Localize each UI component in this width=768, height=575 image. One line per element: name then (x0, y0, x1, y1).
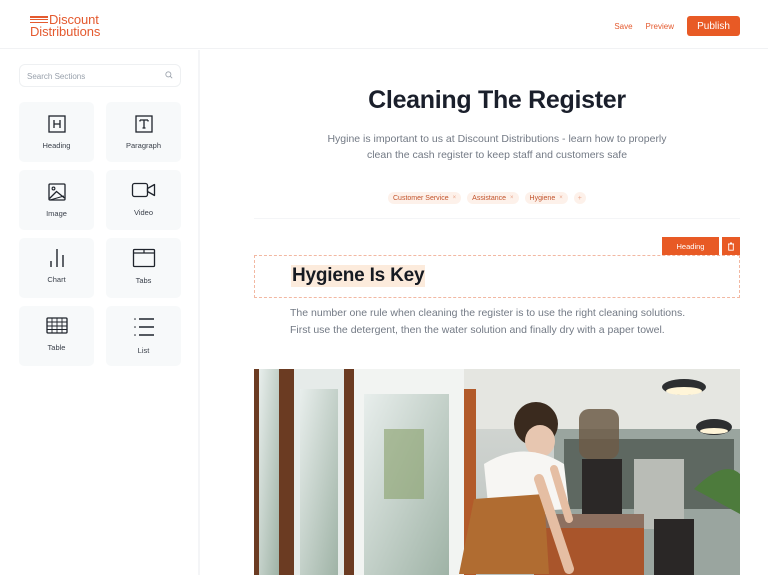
section-tile-table[interactable]: Table (19, 306, 94, 366)
trash-icon (728, 242, 734, 251)
image-icon (47, 183, 66, 201)
cafe-photo (254, 369, 740, 575)
search-input[interactable] (27, 69, 157, 83)
section-tile-label: Tabs (135, 276, 152, 285)
section-tile-label: Chart (47, 275, 66, 284)
top-actions: Save Preview Publish (614, 16, 740, 36)
section-tile-label: Image (46, 209, 67, 218)
image-block[interactable] (254, 369, 740, 575)
tag-hygiene[interactable]: Hygiene × (524, 192, 568, 204)
tag-assistance[interactable]: Assistance × (467, 192, 519, 204)
block-toolbar: Heading (662, 237, 740, 255)
sections-sidebar: Heading Paragraph Image Video Chart Tabs… (0, 50, 200, 575)
tabs-icon (132, 248, 155, 268)
tag-label: Customer Service (393, 194, 449, 202)
paragraph-icon (134, 115, 153, 133)
logo-text-line2: Distributions (30, 24, 101, 39)
page-subtitle[interactable]: Hygine is important to us at Discount Di… (322, 131, 672, 163)
remove-tag-icon[interactable]: × (510, 195, 514, 201)
selected-heading-block[interactable]: Hygiene Is Key (254, 255, 740, 298)
tag-label: Assistance (472, 194, 507, 202)
section-tile-paragraph[interactable]: Paragraph (106, 102, 181, 162)
section-tile-tabs[interactable]: Tabs (106, 238, 181, 298)
search-sections (19, 64, 181, 87)
chart-icon (49, 249, 64, 267)
table-icon (45, 317, 68, 334)
section-tile-video[interactable]: Video (106, 170, 181, 230)
list-icon (133, 318, 154, 336)
section-tile-label: Video (133, 208, 154, 217)
search-icon[interactable] (165, 71, 173, 79)
tag-list: Customer Service × Assistance × Hygiene … (388, 192, 592, 204)
remove-tag-icon[interactable]: × (559, 195, 563, 201)
section-tile-label: List (137, 346, 150, 355)
heading-icon (47, 115, 66, 133)
add-tag-button[interactable]: + (573, 192, 586, 204)
remove-tag-icon[interactable]: × (453, 195, 457, 201)
section-tile-label: Table (47, 343, 66, 352)
section-tile-heading[interactable]: Heading (19, 102, 94, 162)
video-icon (131, 182, 155, 198)
section-tile-label: Heading (42, 141, 71, 150)
block-type-button[interactable]: Heading (662, 237, 719, 255)
editor-canvas: Cleaning The Register Hygine is importan… (202, 50, 768, 575)
section-tile-list[interactable]: List (106, 306, 181, 366)
save-button[interactable]: Save (614, 22, 632, 31)
paragraph-block[interactable]: The number one rule when cleaning the re… (290, 305, 690, 338)
tag-customer-service[interactable]: Customer Service × (388, 192, 462, 204)
section-tile-label: Paragraph (125, 141, 162, 150)
publish-button[interactable]: Publish (687, 16, 740, 36)
section-tile-image[interactable]: Image (19, 170, 94, 230)
preview-button[interactable]: Preview (646, 22, 674, 31)
divider (254, 218, 740, 219)
logo[interactable]: Discount Distributions (30, 13, 120, 39)
plus-icon: + (577, 194, 582, 202)
page-title[interactable]: Cleaning The Register (202, 86, 768, 115)
top-bar: Discount Distributions Save Preview Publ… (0, 0, 768, 49)
section-tile-chart[interactable]: Chart (19, 238, 94, 298)
delete-block-button[interactable] (722, 237, 740, 255)
heading-text[interactable]: Hygiene Is Key (291, 265, 426, 287)
tag-label: Hygiene (529, 194, 556, 202)
